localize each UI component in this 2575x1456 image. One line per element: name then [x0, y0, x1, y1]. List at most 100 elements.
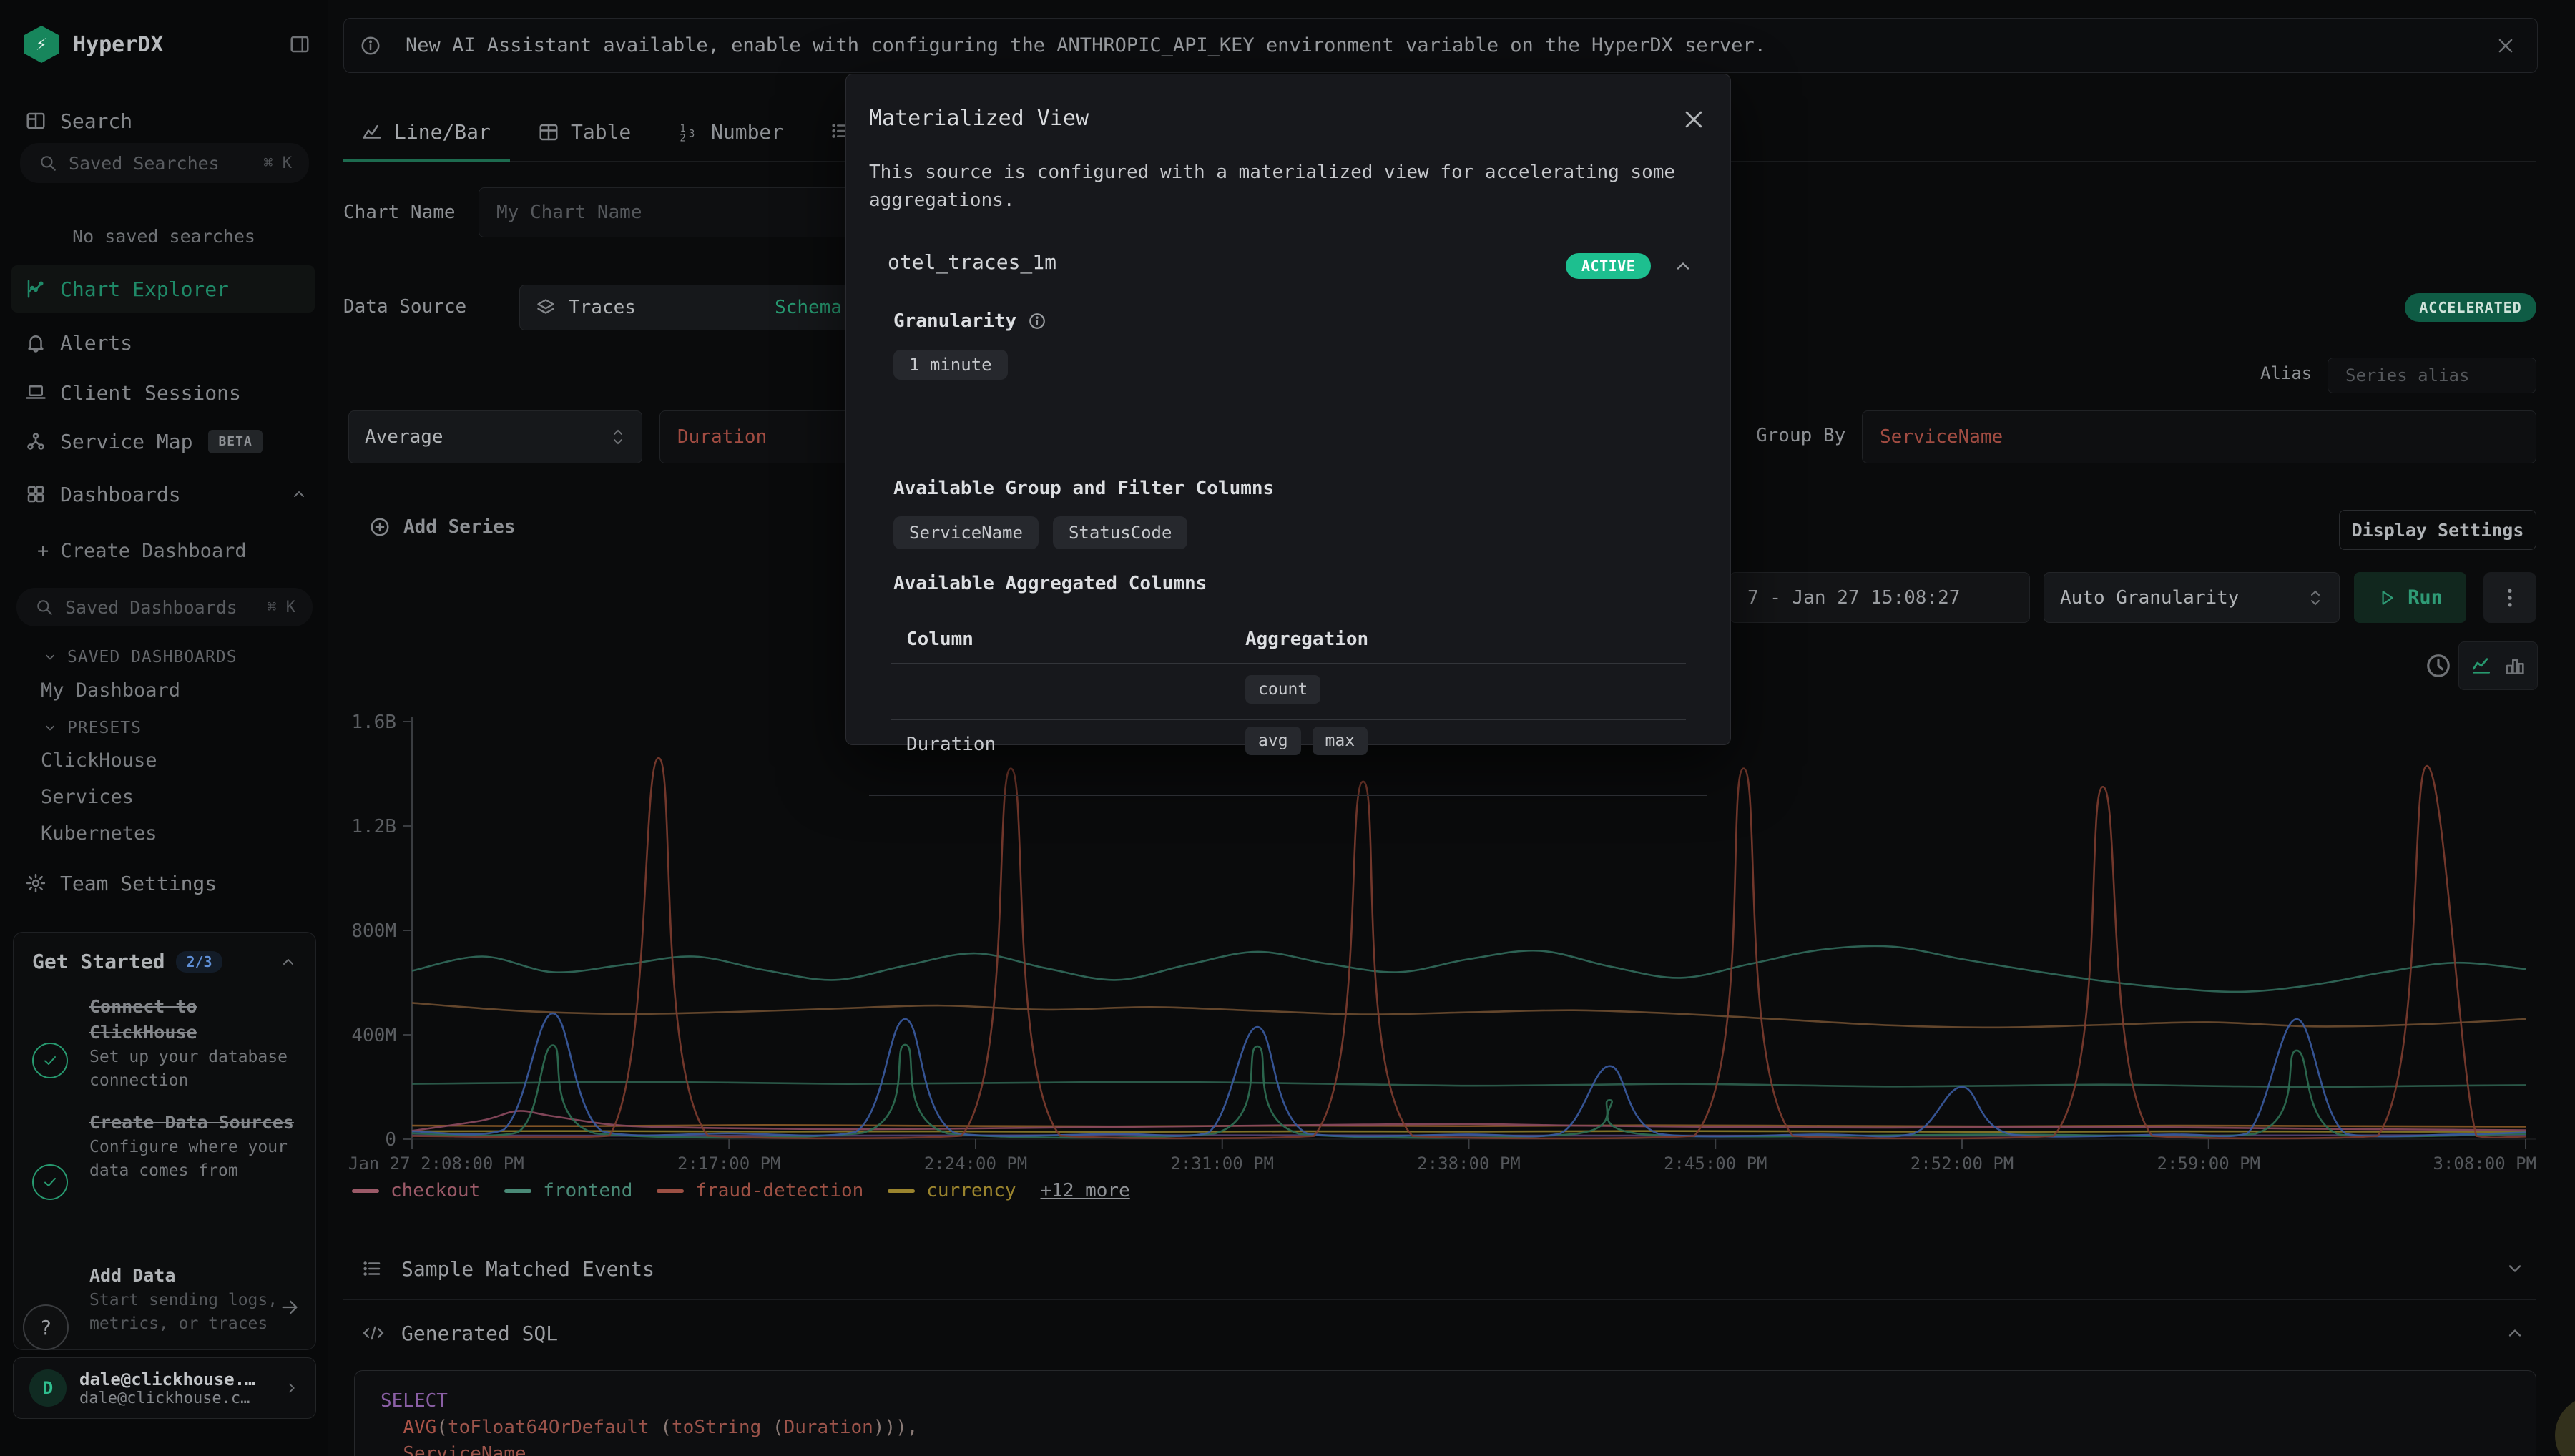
sidebar-item-preset-clickhouse[interactable]: ClickHouse: [41, 749, 157, 772]
legend-label: checkout: [391, 1180, 480, 1201]
sidebar-item-client-sessions[interactable]: Client Sessions: [0, 373, 328, 413]
get-started-progress-badge: 2/3: [176, 951, 222, 973]
series-other-mid-green: [412, 1082, 2526, 1087]
bar-chart-toggle-icon[interactable]: [2503, 654, 2526, 677]
legend-swatch: [888, 1189, 915, 1193]
user-account-card[interactable]: D dale@clickhouse.… dale@clickhouse.c…: [13, 1357, 316, 1419]
task-desc: Configure where your data comes from: [89, 1136, 304, 1183]
accelerated-badge: ACCELERATED: [2405, 293, 2536, 322]
sidebar: ⚡ HyperDX Search Saved Searches ⌘ K No s…: [0, 0, 328, 1456]
help-button[interactable]: ?: [23, 1304, 69, 1350]
aggregation-select[interactable]: Average: [348, 410, 642, 463]
get-started-item-3[interactable]: Add Data Start sending logs, metrics, or…: [89, 1263, 297, 1336]
y-tick-label: 400M: [351, 1025, 396, 1046]
sidebar-item-search[interactable]: Search: [0, 101, 328, 141]
data-source-select[interactable]: Traces Schema: [519, 285, 858, 330]
sidebar-item-preset-services[interactable]: Services: [41, 786, 134, 808]
legend-item-frontend[interactable]: frontend: [504, 1180, 632, 1201]
legend-label: currency: [926, 1180, 1016, 1201]
sidebar-item-service-map[interactable]: Service Map BETA: [0, 421, 328, 461]
aggregation-value: Average: [365, 426, 443, 448]
time-range-input[interactable]: 7 - Jan 27 15:08:27: [1730, 572, 2030, 623]
modal-title: Materialized View: [869, 106, 1089, 131]
section-presets[interactable]: PRESETS: [43, 719, 142, 737]
x-tick-label: 2:31:00 PM: [1171, 1154, 1275, 1174]
chevron-up-icon[interactable]: [1673, 256, 1693, 276]
group-by-input[interactable]: ServiceName: [1862, 410, 2536, 463]
alias-label: Alias: [2260, 363, 2312, 383]
tab-line-bar[interactable]: Line/Bar: [361, 120, 491, 144]
sidebar-item-alerts[interactable]: Alerts: [0, 323, 328, 363]
sidebar-item-chart-explorer[interactable]: Chart Explorer: [11, 265, 315, 313]
table-row-column: Duration: [906, 734, 996, 755]
brand-row: ⚡ HyperDX: [24, 26, 310, 63]
aggregation-pill: max: [1313, 727, 1368, 755]
line-chart-toggle-icon[interactable]: [2470, 654, 2493, 677]
list-icon: [361, 1258, 383, 1279]
clock-icon[interactable]: [2425, 652, 2452, 679]
get-started-header[interactable]: Get Started 2/3: [32, 950, 297, 973]
saved-dashboards-input[interactable]: Saved Dashboards ⌘ K: [16, 588, 313, 626]
svg-text:2: 2: [680, 132, 686, 143]
sidebar-item-team-settings[interactable]: Team Settings: [0, 863, 328, 903]
more-options-button[interactable]: [2483, 572, 2536, 623]
timeseries-chart[interactable]: 1.6B1.2B800M400M0Jan 27 2:08:00 PM2:17:0…: [329, 701, 2575, 1201]
sidebar-item-dashboards[interactable]: Dashboards: [0, 474, 328, 514]
granularity-select[interactable]: Auto Granularity: [2044, 572, 2340, 623]
section-saved-dashboards[interactable]: SAVED DASHBOARDS: [43, 648, 237, 666]
run-button[interactable]: Run: [2354, 572, 2466, 623]
gear-icon: [25, 872, 46, 894]
arrow-right-icon[interactable]: [280, 1297, 300, 1317]
chart-type-toggle: [2458, 641, 2538, 690]
chevron-down-icon: [2505, 1259, 2525, 1279]
check-circle-icon: [32, 1043, 68, 1078]
get-started-item-2[interactable]: Create Data Sources Configure where your…: [89, 1110, 304, 1183]
granularity-value: Auto Granularity: [2060, 587, 2239, 609]
sample-matched-events-header[interactable]: Sample Matched Events: [361, 1254, 2536, 1283]
beta-badge: BETA: [208, 430, 262, 453]
legend-item-fraud-detection[interactable]: fraud-detection: [657, 1180, 863, 1201]
generated-sql-header[interactable]: Generated SQL: [361, 1319, 2536, 1347]
generated-sql-code[interactable]: SELECT AVG(toFloat64OrDefault (toString …: [354, 1370, 2536, 1456]
get-started-item-1[interactable]: Connect to ClickHouse Set up your databa…: [89, 994, 304, 1093]
close-icon[interactable]: [2496, 36, 2516, 56]
add-series-button[interactable]: Add Series: [369, 516, 516, 538]
divider: [343, 1299, 2536, 1300]
code-icon: [361, 1323, 386, 1343]
sql-line: SELECT: [381, 1388, 2510, 1415]
create-dashboard-button[interactable]: + Create Dashboard: [37, 540, 247, 562]
collapse-sidebar-icon[interactable]: [289, 34, 310, 55]
legend-item-checkout[interactable]: checkout: [352, 1180, 480, 1201]
time-range-value: 7 - Jan 27 15:08:27: [1747, 587, 1960, 609]
chevron-up-icon: [280, 953, 297, 970]
schema-link[interactable]: Schema: [775, 297, 842, 318]
display-settings-button[interactable]: Display Settings: [2339, 510, 2536, 550]
sidebar-item-preset-kubernetes[interactable]: Kubernetes: [41, 822, 157, 845]
sidebar-item-label: Service Map: [60, 430, 192, 453]
alias-input[interactable]: Series alias: [2328, 358, 2536, 393]
table-icon: [538, 122, 559, 143]
banner-text: New AI Assistant available, enable with …: [406, 34, 1766, 56]
granularity-value-pill: 1 minute: [893, 350, 1008, 380]
aggregation-pill: avg: [1245, 727, 1301, 755]
legend-item-currency[interactable]: currency: [888, 1180, 1016, 1201]
laptop-icon: [25, 382, 46, 403]
sidebar-item-my-dashboard[interactable]: My Dashboard: [41, 679, 180, 702]
legend-swatch: [657, 1189, 684, 1193]
tab-table[interactable]: Table: [538, 120, 631, 144]
field-value: Duration: [677, 426, 767, 448]
hyperdx-logo-icon: ⚡: [24, 26, 59, 63]
check-circle-icon: [32, 1164, 68, 1200]
legend-more-link[interactable]: +12 more: [1041, 1180, 1130, 1201]
saved-searches-input[interactable]: Saved Searches ⌘ K: [20, 143, 309, 183]
alias-placeholder: Series alias: [2345, 365, 2469, 385]
task-title: Add Data: [89, 1263, 297, 1289]
y-tick-label: 1.2B: [351, 816, 396, 837]
chevron-up-icon: [2505, 1323, 2525, 1343]
chat-bubble[interactable]: [2555, 1396, 2575, 1456]
shortcut-hint: ⌘ K: [263, 154, 292, 172]
tab-number[interactable]: 123 Number: [678, 120, 783, 144]
close-icon[interactable]: [1682, 107, 1706, 132]
series-other-mid-brown: [412, 1003, 2526, 1027]
chart-name-placeholder: My Chart Name: [496, 202, 642, 223]
